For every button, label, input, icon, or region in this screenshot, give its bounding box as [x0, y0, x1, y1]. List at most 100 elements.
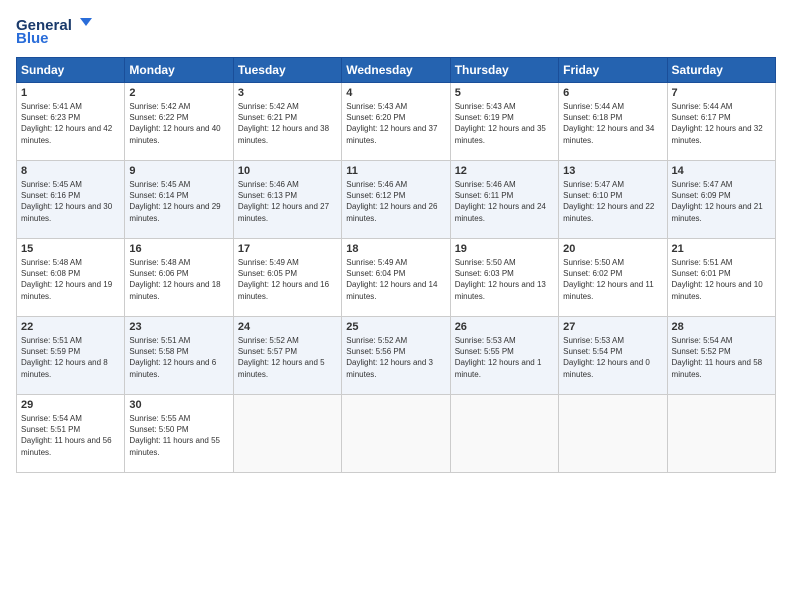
calendar-cell: 4 Sunrise: 5:43 AMSunset: 6:20 PMDaylight… — [342, 83, 450, 161]
week-row: 1 Sunrise: 5:41 AMSunset: 6:23 PMDaylight… — [17, 83, 776, 161]
calendar-cell — [559, 395, 667, 473]
calendar-table: SundayMondayTuesdayWednesdayThursdayFrid… — [16, 57, 776, 473]
calendar-cell: 21Sunrise: 5:51 AMSunset: 6:01 PMDayligh… — [667, 239, 775, 317]
day-info: Sunrise: 5:48 AMSunset: 6:08 PMDaylight:… — [21, 257, 120, 302]
day-number: 8 — [21, 165, 120, 177]
calendar-cell: 29 Sunrise: 5:54 AMSunset: 5:51 PMDayligh… — [17, 395, 125, 473]
day-number: 6 — [563, 87, 662, 99]
day-info: Sunrise: 5:43 AMSunset: 6:19 PMDaylight:… — [455, 101, 554, 146]
day-number: 18 — [346, 243, 445, 255]
calendar-cell: 16 Sunrise: 5:48 AMSunset: 6:06 PMDayligh… — [125, 239, 233, 317]
col-header-monday: Monday — [125, 58, 233, 83]
col-header-saturday: Saturday — [667, 58, 775, 83]
calendar-cell: 5 Sunrise: 5:43 AMSunset: 6:19 PMDaylight… — [450, 83, 558, 161]
col-header-thursday: Thursday — [450, 58, 558, 83]
calendar-cell: 30Sunrise: 5:55 AMSunset: 5:50 PMDayligh… — [125, 395, 233, 473]
day-info: Sunrise: 5:53 AMSunset: 5:54 PMDaylight:… — [563, 335, 662, 380]
day-number: 9 — [129, 165, 228, 177]
day-number: 17 — [238, 243, 337, 255]
calendar-cell: 12Sunrise: 5:46 AMSunset: 6:11 PMDayligh… — [450, 161, 558, 239]
calendar-cell: 7Sunrise: 5:44 AMSunset: 6:17 PMDaylight… — [667, 83, 775, 161]
calendar-cell: 19 Sunrise: 5:50 AMSunset: 6:03 PMDayligh… — [450, 239, 558, 317]
day-info: Sunrise: 5:48 AMSunset: 6:06 PMDaylight:… — [129, 257, 228, 302]
day-info: Sunrise: 5:54 AMSunset: 5:52 PMDaylight:… — [672, 335, 771, 380]
day-info: Sunrise: 5:47 AMSunset: 6:09 PMDaylight:… — [672, 179, 771, 224]
calendar-body: 1 Sunrise: 5:41 AMSunset: 6:23 PMDaylight… — [17, 83, 776, 473]
day-info: Sunrise: 5:49 AMSunset: 6:05 PMDaylight:… — [238, 257, 337, 302]
day-info: Sunrise: 5:51 AMSunset: 5:58 PMDaylight:… — [129, 335, 228, 380]
day-number: 22 — [21, 321, 120, 333]
day-number: 1 — [21, 87, 120, 99]
calendar-cell: 6 Sunrise: 5:44 AMSunset: 6:18 PMDaylight… — [559, 83, 667, 161]
col-header-wednesday: Wednesday — [342, 58, 450, 83]
calendar-cell: 8 Sunrise: 5:45 AMSunset: 6:16 PMDaylight… — [17, 161, 125, 239]
day-number: 19 — [455, 243, 554, 255]
week-row: 29 Sunrise: 5:54 AMSunset: 5:51 PMDayligh… — [17, 395, 776, 473]
col-header-friday: Friday — [559, 58, 667, 83]
week-row: 22 Sunrise: 5:51 AMSunset: 5:59 PMDayligh… — [17, 317, 776, 395]
day-number: 10 — [238, 165, 337, 177]
day-info: Sunrise: 5:52 AMSunset: 5:57 PMDaylight:… — [238, 335, 337, 380]
day-number: 5 — [455, 87, 554, 99]
day-info: Sunrise: 5:43 AMSunset: 6:20 PMDaylight:… — [346, 101, 445, 146]
day-number: 20 — [563, 243, 662, 255]
calendar-cell — [233, 395, 341, 473]
day-info: Sunrise: 5:54 AMSunset: 5:51 PMDaylight:… — [21, 413, 120, 458]
day-info: Sunrise: 5:55 AMSunset: 5:50 PMDaylight:… — [129, 413, 228, 458]
calendar-cell: 27 Sunrise: 5:53 AMSunset: 5:54 PMDayligh… — [559, 317, 667, 395]
day-info: Sunrise: 5:45 AMSunset: 6:16 PMDaylight:… — [21, 179, 120, 224]
day-number: 13 — [563, 165, 662, 177]
day-info: Sunrise: 5:51 AMSunset: 6:01 PMDaylight:… — [672, 257, 771, 302]
header: General Blue — [16, 16, 776, 47]
day-info: Sunrise: 5:51 AMSunset: 5:59 PMDaylight:… — [21, 335, 120, 380]
calendar-cell: 18Sunrise: 5:49 AMSunset: 6:04 PMDayligh… — [342, 239, 450, 317]
day-info: Sunrise: 5:50 AMSunset: 6:03 PMDaylight:… — [455, 257, 554, 302]
calendar-cell: 20Sunrise: 5:50 AMSunset: 6:02 PMDayligh… — [559, 239, 667, 317]
calendar-cell: 25Sunrise: 5:52 AMSunset: 5:56 PMDayligh… — [342, 317, 450, 395]
calendar-page: General Blue SundayMondayTuesdayWednesda… — [0, 0, 792, 612]
calendar-cell — [342, 395, 450, 473]
calendar-cell: 26Sunrise: 5:53 AMSunset: 5:55 PMDayligh… — [450, 317, 558, 395]
day-number: 2 — [129, 87, 228, 99]
day-info: Sunrise: 5:42 AMSunset: 6:22 PMDaylight:… — [129, 101, 228, 146]
day-info: Sunrise: 5:44 AMSunset: 6:18 PMDaylight:… — [563, 101, 662, 146]
calendar-cell: 10 Sunrise: 5:46 AMSunset: 6:13 PMDayligh… — [233, 161, 341, 239]
calendar-cell: 13Sunrise: 5:47 AMSunset: 6:10 PMDayligh… — [559, 161, 667, 239]
day-info: Sunrise: 5:46 AMSunset: 6:12 PMDaylight:… — [346, 179, 445, 224]
week-row: 15 Sunrise: 5:48 AMSunset: 6:08 PMDayligh… — [17, 239, 776, 317]
day-number: 4 — [346, 87, 445, 99]
day-info: Sunrise: 5:41 AMSunset: 6:23 PMDaylight:… — [21, 101, 120, 146]
day-info: Sunrise: 5:44 AMSunset: 6:17 PMDaylight:… — [672, 101, 771, 146]
day-info: Sunrise: 5:42 AMSunset: 6:21 PMDaylight:… — [238, 101, 337, 146]
day-number: 16 — [129, 243, 228, 255]
day-number: 23 — [129, 321, 228, 333]
calendar-cell — [667, 395, 775, 473]
day-info: Sunrise: 5:53 AMSunset: 5:55 PMDaylight:… — [455, 335, 554, 380]
day-number: 14 — [672, 165, 771, 177]
day-number: 27 — [563, 321, 662, 333]
day-number: 15 — [21, 243, 120, 255]
logo-blue: Blue — [16, 30, 49, 47]
day-info: Sunrise: 5:45 AMSunset: 6:14 PMDaylight:… — [129, 179, 228, 224]
day-number: 3 — [238, 87, 337, 99]
calendar-header: SundayMondayTuesdayWednesdayThursdayFrid… — [17, 58, 776, 83]
day-number: 11 — [346, 165, 445, 177]
week-row: 8 Sunrise: 5:45 AMSunset: 6:16 PMDaylight… — [17, 161, 776, 239]
col-header-tuesday: Tuesday — [233, 58, 341, 83]
calendar-cell: 28 Sunrise: 5:54 AMSunset: 5:52 PMDayligh… — [667, 317, 775, 395]
calendar-cell: 1 Sunrise: 5:41 AMSunset: 6:23 PMDaylight… — [17, 83, 125, 161]
day-number: 24 — [238, 321, 337, 333]
logo-arrow-icon — [74, 16, 92, 34]
day-number: 28 — [672, 321, 771, 333]
day-number: 29 — [21, 399, 120, 411]
day-number: 25 — [346, 321, 445, 333]
day-info: Sunrise: 5:46 AMSunset: 6:13 PMDaylight:… — [238, 179, 337, 224]
day-info: Sunrise: 5:46 AMSunset: 6:11 PMDaylight:… — [455, 179, 554, 224]
calendar-cell: 22 Sunrise: 5:51 AMSunset: 5:59 PMDayligh… — [17, 317, 125, 395]
col-header-sunday: Sunday — [17, 58, 125, 83]
calendar-cell: 24 Sunrise: 5:52 AMSunset: 5:57 PMDayligh… — [233, 317, 341, 395]
header-row: SundayMondayTuesdayWednesdayThursdayFrid… — [17, 58, 776, 83]
calendar-cell: 14 Sunrise: 5:47 AMSunset: 6:09 PMDayligh… — [667, 161, 775, 239]
logo: General Blue — [16, 16, 92, 47]
calendar-cell: 23 Sunrise: 5:51 AMSunset: 5:58 PMDayligh… — [125, 317, 233, 395]
